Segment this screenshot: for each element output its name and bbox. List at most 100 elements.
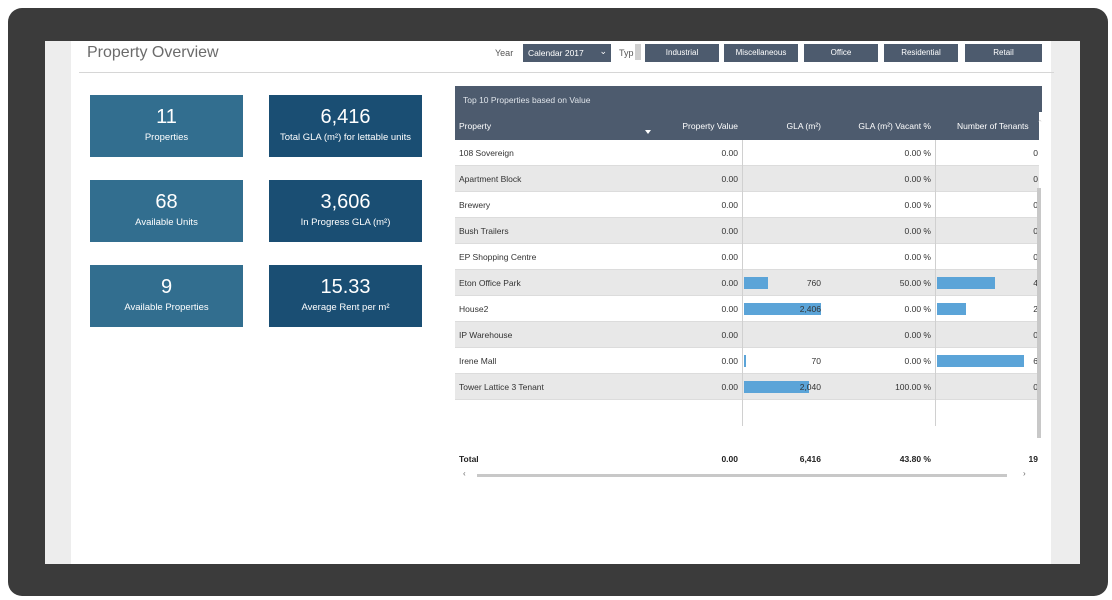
cell-gla: 70 xyxy=(811,356,821,366)
kpi-value: 6,416 xyxy=(320,106,371,128)
cell-property: Tower Lattice 3 Tenant xyxy=(459,382,544,392)
cell-tenants: 0 xyxy=(1033,174,1038,184)
cell-property: 108 Sovereign xyxy=(459,148,514,158)
column-header-property[interactable]: Property xyxy=(455,112,655,140)
report-page: Property Overview Year Calendar 2017 ⌄ T… xyxy=(71,41,1054,564)
cell-property-value: 0.00 xyxy=(721,148,738,158)
cell-tenants: 0 xyxy=(1033,148,1038,158)
kpi-label: Available Units xyxy=(135,217,198,228)
kpi-card-available-units: 68 Available Units xyxy=(90,180,243,242)
type-button-retail[interactable]: Retail xyxy=(965,44,1042,62)
kpi-value: 9 xyxy=(160,276,173,298)
cell-property-value: 0.00 xyxy=(721,252,738,262)
kpi-card-average-rent: 15.33 Average Rent per m² xyxy=(269,265,422,327)
cell-gla-vacant: 100.00 % xyxy=(895,382,931,392)
sort-descending-icon[interactable] xyxy=(645,130,651,134)
table-row[interactable]: Irene Mall 0.00 70 0.00 % 6 xyxy=(455,348,1039,374)
table-row[interactable]: 108 Sovereign 0.00 0.00 % 0 xyxy=(455,140,1039,166)
table-row[interactable]: Bush Trailers 0.00 0.00 % 0 xyxy=(455,218,1039,244)
year-filter-label: Year xyxy=(495,48,514,58)
table-row[interactable]: Brewery 0.00 0.00 % 0 xyxy=(455,192,1039,218)
kpi-value: 3,606 xyxy=(320,191,371,213)
kpi-card-available-properties: 9 Available Properties xyxy=(90,265,243,327)
table-row[interactable]: Eton Office Park 0.00 760 50.00 % 4 xyxy=(455,270,1039,296)
column-divider xyxy=(742,140,743,426)
kpi-value: 15.33 xyxy=(320,276,371,298)
scrollbar-thumb[interactable] xyxy=(477,474,1007,477)
cell-tenants: 6 xyxy=(1033,356,1038,366)
column-header-property-value[interactable]: Property Value xyxy=(655,112,742,140)
column-header-gla[interactable]: GLA (m²) xyxy=(742,112,825,140)
kpi-label: Available Properties xyxy=(124,302,209,313)
report-canvas: Property Overview Year Calendar 2017 ⌄ T… xyxy=(45,41,1080,564)
cell-gla-vacant: 0.00 % xyxy=(904,200,931,210)
horizontal-scrollbar[interactable]: ‹ › xyxy=(463,469,1029,478)
scroll-up-icon[interactable]: ⌃ xyxy=(1037,119,1043,127)
cell-property: Irene Mall xyxy=(459,356,497,366)
cell-gla: 760 xyxy=(806,278,821,288)
cell-property: Brewery xyxy=(459,200,491,210)
table-row[interactable]: IP Warehouse 0.00 0.00 % 0 xyxy=(455,322,1039,348)
cell-gla-vacant: 0.00 % xyxy=(904,148,931,158)
cell-gla-vacant: 0.00 % xyxy=(904,174,931,184)
type-button-residential[interactable]: Residential xyxy=(884,44,958,62)
cell-tenants: 0 xyxy=(1033,382,1038,392)
scroll-down-icon[interactable]: ⌄ xyxy=(1033,454,1039,462)
table-row[interactable]: EP Shopping Centre 0.00 0.00 % 0 xyxy=(455,244,1039,270)
cell-property: Eton Office Park xyxy=(459,278,521,288)
type-slicer-scrollbar[interactable] xyxy=(635,44,641,60)
tenants-data-bar xyxy=(937,277,995,289)
column-header-number-of-tenants[interactable]: Number of Tenants xyxy=(935,112,1039,140)
kpi-label: In Progress GLA (m²) xyxy=(300,217,391,228)
cell-property: Apartment Block xyxy=(459,174,522,184)
total-property-value: 0.00 xyxy=(721,454,738,464)
cell-gla-vacant: 0.00 % xyxy=(904,226,931,236)
year-dropdown[interactable]: Calendar 2017 ⌄ xyxy=(523,44,611,62)
top-properties-table[interactable]: Top 10 Properties based on Value Propert… xyxy=(455,86,1043,478)
cell-gla-vacant: 0.00 % xyxy=(904,252,931,262)
cell-tenants: 0 xyxy=(1033,330,1038,340)
column-header-gla-vacant[interactable]: GLA (m²) Vacant % xyxy=(825,112,935,140)
cell-gla: 2,040 xyxy=(799,382,821,392)
cell-gla-vacant: 0.00 % xyxy=(904,330,931,340)
cell-property: Bush Trailers xyxy=(459,226,509,236)
cell-tenants: 0 xyxy=(1033,226,1038,236)
total-gla: 6,416 xyxy=(799,454,821,464)
table-title: Top 10 Properties based on Value xyxy=(455,86,1042,112)
cell-property-value: 0.00 xyxy=(721,330,738,340)
type-button-industrial[interactable]: Industrial xyxy=(645,44,719,62)
table-row[interactable]: House2 0.00 2,406 0.00 % 2 xyxy=(455,296,1039,322)
tenants-data-bar xyxy=(937,303,966,315)
type-button-office[interactable]: Office xyxy=(804,44,878,62)
column-divider xyxy=(935,140,936,426)
kpi-value: 68 xyxy=(155,191,178,213)
cell-property-value: 0.00 xyxy=(721,226,738,236)
header-divider xyxy=(79,72,1054,73)
scroll-right-icon[interactable]: › xyxy=(1023,469,1026,478)
cell-gla-vacant: 0.00 % xyxy=(904,356,931,366)
kpi-card-total-gla: 6,416 Total GLA (m²) for lettable units xyxy=(269,95,422,157)
table-row[interactable]: Tower Lattice 3 Tenant 0.00 2,040 100.00 % 0 xyxy=(455,374,1039,400)
cell-property-value: 0.00 xyxy=(721,200,738,210)
cell-gla: 2,406 xyxy=(799,304,821,314)
total-label: Total xyxy=(459,454,479,464)
scroll-left-icon[interactable]: ‹ xyxy=(463,469,466,478)
tenants-data-bar xyxy=(937,355,1024,367)
cell-gla-vacant: 0.00 % xyxy=(904,304,931,314)
cell-tenants: 0 xyxy=(1033,200,1038,210)
total-gla-vacant: 43.80 % xyxy=(899,454,931,464)
kpi-label: Average Rent per m² xyxy=(301,302,390,313)
cell-gla-vacant: 50.00 % xyxy=(899,278,931,288)
cell-property-value: 0.00 xyxy=(721,174,738,184)
chevron-down-icon: ⌄ xyxy=(599,46,607,56)
type-button-miscellaneous[interactable]: Miscellaneous xyxy=(724,44,798,62)
kpi-value: 11 xyxy=(156,106,177,128)
table-row[interactable]: Apartment Block 0.00 0.00 % 0 xyxy=(455,166,1039,192)
cell-property: House2 xyxy=(459,304,489,314)
cell-tenants: 2 xyxy=(1033,304,1038,314)
kpi-label: Properties xyxy=(144,132,189,143)
kpi-label: Total GLA (m²) for lettable units xyxy=(280,132,411,143)
year-dropdown-value: Calendar 2017 xyxy=(528,48,584,58)
cell-property-value: 0.00 xyxy=(721,278,738,288)
vertical-scrollbar[interactable] xyxy=(1037,188,1041,438)
